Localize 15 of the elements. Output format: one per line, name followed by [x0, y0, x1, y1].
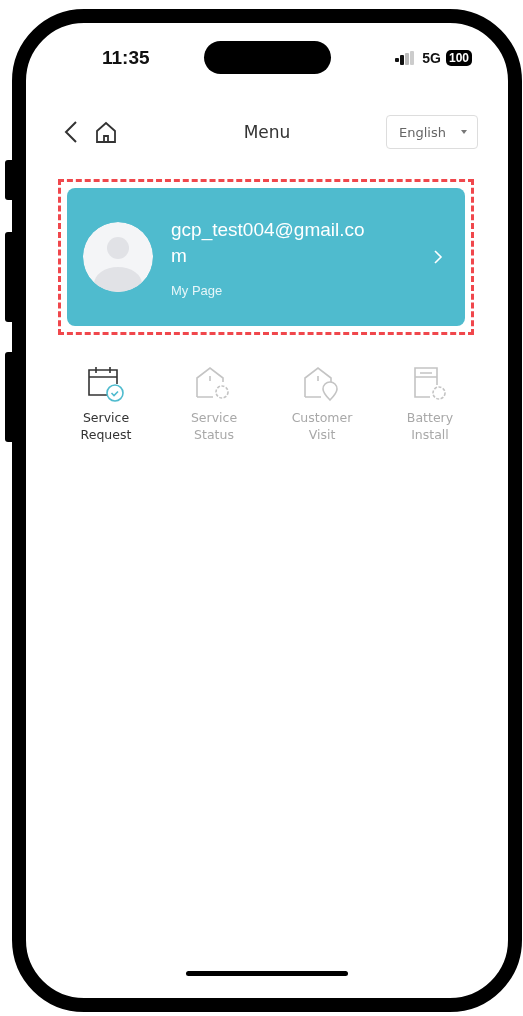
- network-label: 5G: [422, 50, 441, 66]
- back-icon[interactable]: [64, 121, 78, 143]
- status-time: 11:35: [102, 47, 150, 69]
- profile-card[interactable]: gcp_test004@gmail.com My Page: [67, 188, 465, 326]
- avatar-icon: [83, 222, 153, 292]
- battery-level: 100: [445, 50, 472, 66]
- page-title: Menu: [243, 122, 291, 142]
- chevron-right-icon: [433, 249, 443, 265]
- caret-icon: [461, 130, 467, 134]
- menu-item[interactable]: Service Request: [52, 365, 160, 443]
- user-email: gcp_test004@gmail.com: [171, 217, 366, 268]
- my-page-link: My Page: [171, 282, 223, 298]
- calendar-check-icon: [86, 365, 126, 403]
- home-icon[interactable]: [94, 120, 118, 144]
- language-select[interactable]: English: [386, 115, 478, 149]
